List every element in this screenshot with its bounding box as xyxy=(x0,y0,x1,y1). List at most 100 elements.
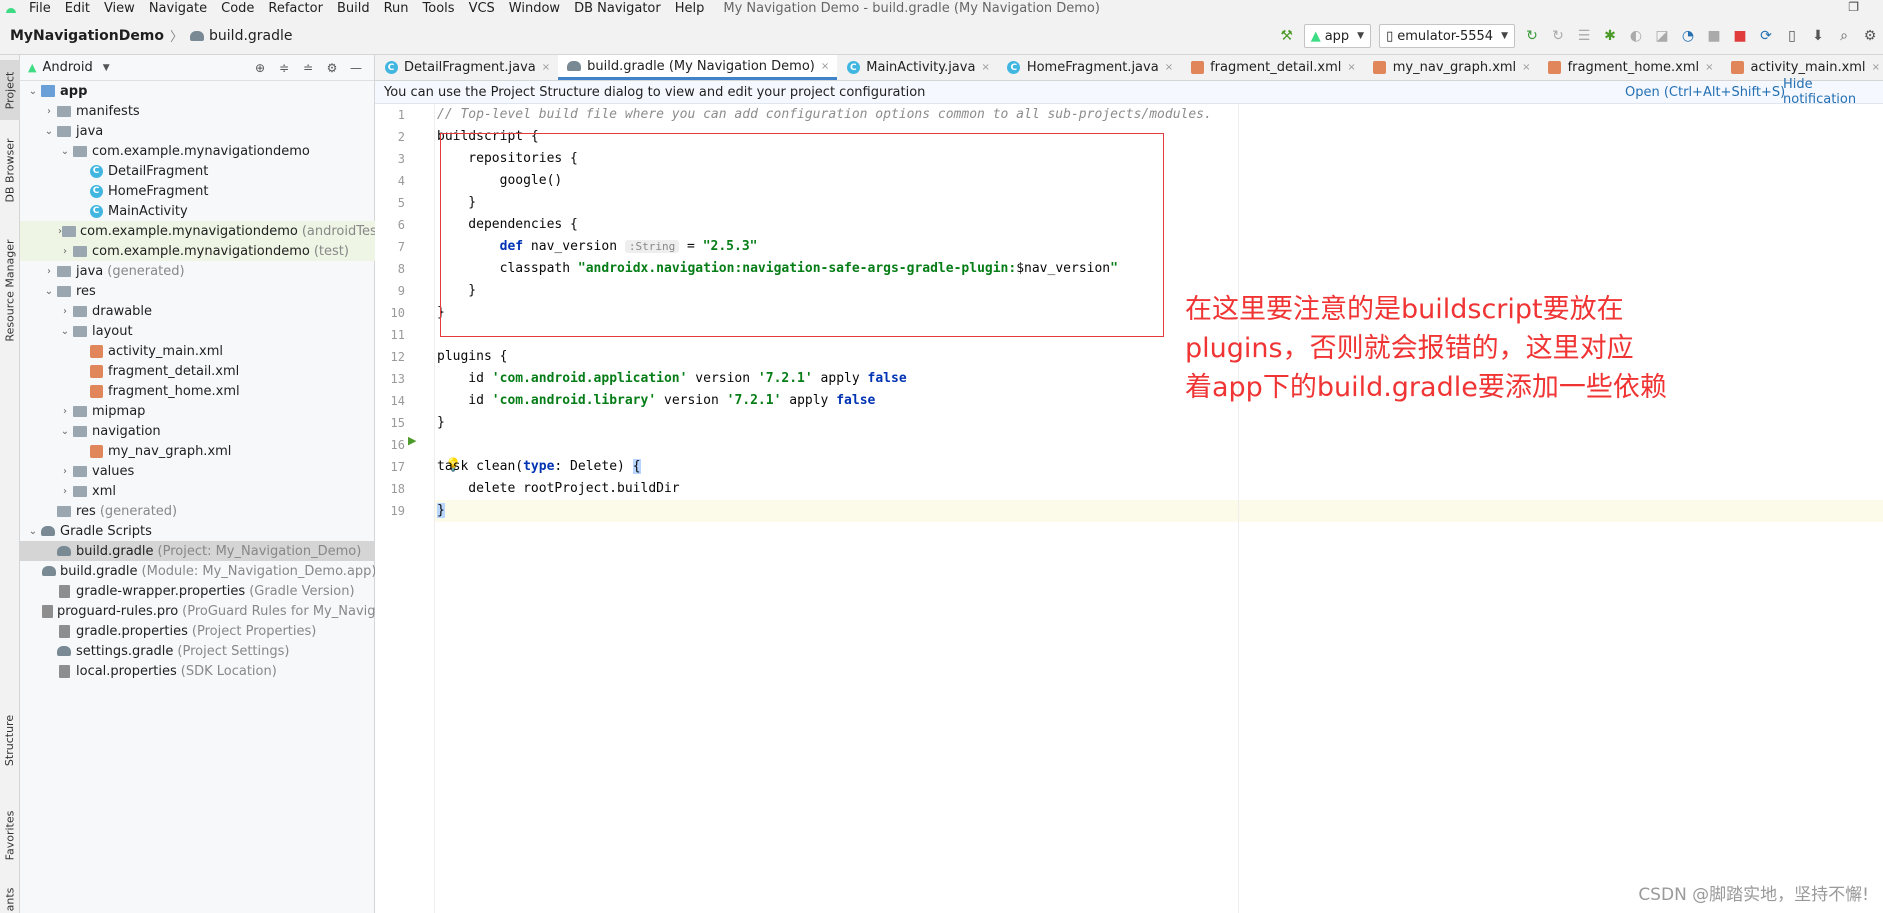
chevron-down-icon[interactable]: ⌄ xyxy=(26,526,40,537)
tree-item[interactable]: C DetailFragment xyxy=(20,161,375,181)
chevron-down-icon[interactable]: ⌄ xyxy=(58,426,72,437)
menu-help[interactable]: Help xyxy=(668,0,712,17)
close-icon[interactable]: × xyxy=(1522,62,1530,73)
tree-item[interactable]: ⌄ res xyxy=(20,281,375,301)
chevron-right-icon[interactable]: › xyxy=(58,486,72,497)
chevron-down-icon[interactable]: ⌄ xyxy=(58,146,72,157)
tree-item[interactable]: ⌄ com.example.mynavigationdemo xyxy=(20,141,375,161)
sdk-manager-icon[interactable]: ⬇ xyxy=(1807,25,1829,47)
tree-item[interactable]: C MainActivity xyxy=(20,201,375,221)
tree-item[interactable]: proguard-rules.pro (ProGuard Rules for My… xyxy=(20,601,376,621)
tool-tab-build-variants[interactable]: ants xyxy=(0,885,20,913)
tree-item[interactable]: my_nav_graph.xml xyxy=(20,441,375,461)
close-icon[interactable]: × xyxy=(542,62,550,73)
close-icon[interactable]: × xyxy=(1165,62,1173,73)
tree-item[interactable]: res (generated) xyxy=(20,501,375,521)
editor-tab[interactable]: build.gradle (My Navigation Demo) × xyxy=(558,55,838,80)
hide-panel-icon[interactable]: — xyxy=(347,59,365,77)
tree-item[interactable]: ⌄ layout xyxy=(20,321,375,341)
chevron-down-icon[interactable]: ⌄ xyxy=(42,286,56,297)
tree-item[interactable]: › com.example.mynavigationdemo (test) xyxy=(20,241,375,261)
chevron-down-icon[interactable]: ⌄ xyxy=(58,326,72,337)
tree-item[interactable]: › xml xyxy=(20,481,375,501)
tree-item[interactable]: local.properties (SDK Location) xyxy=(20,661,375,681)
menu-vcs[interactable]: VCS xyxy=(462,0,502,17)
locate-file-icon[interactable]: ⊕ xyxy=(251,59,269,77)
editor-tab[interactable]: fragment_home.xml × xyxy=(1539,55,1722,80)
attach-debugger-icon[interactable]: ◪ xyxy=(1651,25,1673,47)
tree-item[interactable]: gradle-wrapper.properties (Gradle Version… xyxy=(20,581,375,601)
tool-tab-project[interactable]: Project xyxy=(0,60,20,120)
tree-item[interactable]: C HomeFragment xyxy=(20,181,375,201)
menu-navigate[interactable]: Navigate xyxy=(142,0,214,17)
chevron-down-icon[interactable]: ⌄ xyxy=(26,86,40,97)
tree-item[interactable]: ⌄ Gradle Scripts xyxy=(20,521,375,541)
chevron-down-icon[interactable]: ▼ xyxy=(103,63,110,73)
tree-item[interactable]: ⌄ java xyxy=(20,121,375,141)
tree-item[interactable]: build.gradle (Module: My_Navigation_Demo.… xyxy=(20,561,376,581)
coverage-icon[interactable]: ☰ xyxy=(1573,25,1595,47)
editor-tab[interactable]: C DetailFragment.java × xyxy=(375,55,558,80)
sync-gradle-icon[interactable]: ⟳ xyxy=(1755,25,1777,47)
run-task-icon[interactable]: ▶ xyxy=(408,434,416,447)
expand-all-icon[interactable]: ≑ xyxy=(275,59,293,77)
tree-item[interactable]: › values xyxy=(20,461,375,481)
menu-file[interactable]: File xyxy=(22,0,58,17)
tree-item[interactable]: fragment_detail.xml xyxy=(20,361,375,381)
editor-tab[interactable]: C MainActivity.java × xyxy=(837,55,998,80)
search-icon[interactable]: ⌕ xyxy=(1833,25,1855,47)
tree-item[interactable]: gradle.properties (Project Properties) xyxy=(20,621,375,641)
chevron-right-icon[interactable]: › xyxy=(58,406,72,417)
editor-tab[interactable]: fragment_detail.xml × xyxy=(1181,55,1364,80)
tree-item[interactable]: activity_main.xml xyxy=(20,341,375,361)
chevron-right-icon[interactable]: › xyxy=(58,306,72,317)
settings-gear-icon[interactable]: ⚙ xyxy=(1859,25,1881,47)
tree-item[interactable]: › java (generated) xyxy=(20,261,375,281)
tool-tab-resource-manager[interactable]: Resource Manager xyxy=(0,225,20,355)
tree-item[interactable]: › drawable xyxy=(20,301,375,321)
tree-item[interactable]: ⌄ app xyxy=(20,81,375,101)
tree-item[interactable]: build.gradle (Project: My_Navigation_Demo… xyxy=(20,541,375,561)
chevron-right-icon[interactable]: › xyxy=(58,466,72,477)
device-manager-icon[interactable]: ▯ xyxy=(1781,25,1803,47)
tool-tab-structure[interactable]: Structure xyxy=(0,695,20,785)
apply-code-changes-icon[interactable]: ↻ xyxy=(1547,25,1569,47)
stop-icon[interactable]: ■ xyxy=(1729,25,1751,47)
close-icon[interactable]: × xyxy=(1347,62,1355,73)
tool-tab-favorites[interactable]: Favorites xyxy=(0,795,20,875)
editor-tab[interactable]: my_nav_graph.xml × xyxy=(1364,55,1539,80)
profiler-gauge-icon[interactable]: ◔ xyxy=(1677,25,1699,47)
menu-run[interactable]: Run xyxy=(377,0,416,17)
close-icon[interactable]: × xyxy=(1872,62,1880,73)
menu-code[interactable]: Code xyxy=(214,0,261,17)
close-icon[interactable]: × xyxy=(1705,62,1713,73)
debug-icon[interactable]: ✱ xyxy=(1599,25,1621,47)
menu-edit[interactable]: Edit xyxy=(58,0,97,17)
profile-icon[interactable]: ◐ xyxy=(1625,25,1647,47)
menu-view[interactable]: View xyxy=(97,0,142,17)
editor-tab[interactable]: C HomeFragment.java × xyxy=(998,55,1181,80)
device-select[interactable]: ▯ emulator-5554 ▼ xyxy=(1379,24,1515,48)
chevron-right-icon[interactable]: › xyxy=(58,246,72,257)
run-config-select[interactable]: ▲ app ▼ xyxy=(1303,24,1372,48)
tree-item[interactable]: › com.example.mynavigationdemo (androidTes… xyxy=(20,221,387,241)
tree-item[interactable]: ⌄ navigation xyxy=(20,421,375,441)
chevron-down-icon[interactable]: ⌄ xyxy=(42,126,56,137)
apply-changes-icon[interactable]: ↻ xyxy=(1521,25,1543,47)
chevron-right-icon[interactable]: › xyxy=(42,266,56,277)
tree-item[interactable]: settings.gradle (Project Settings) xyxy=(20,641,375,661)
restore-window-icon[interactable]: ❐ xyxy=(1848,0,1859,14)
close-icon[interactable]: × xyxy=(981,62,989,73)
tree-item[interactable]: fragment_home.xml xyxy=(20,381,375,401)
close-icon[interactable]: × xyxy=(821,61,829,72)
project-view-select[interactable]: Android xyxy=(42,60,92,75)
hide-notification-link[interactable]: Hide notification xyxy=(1783,77,1883,107)
make-project-hammer-icon[interactable]: ⚒ xyxy=(1276,25,1298,47)
menu-refactor[interactable]: Refactor xyxy=(261,0,330,17)
menu-window[interactable]: Window xyxy=(502,0,567,17)
breadcrumb-project[interactable]: MyNavigationDemo xyxy=(10,28,164,44)
stop-app-icon[interactable]: ■ xyxy=(1703,25,1725,47)
menu-db-navigator[interactable]: DB Navigator xyxy=(567,0,668,17)
open-project-structure-link[interactable]: Open (Ctrl+Alt+Shift+S) xyxy=(1625,85,1785,100)
collapse-all-icon[interactable]: ≐ xyxy=(299,59,317,77)
